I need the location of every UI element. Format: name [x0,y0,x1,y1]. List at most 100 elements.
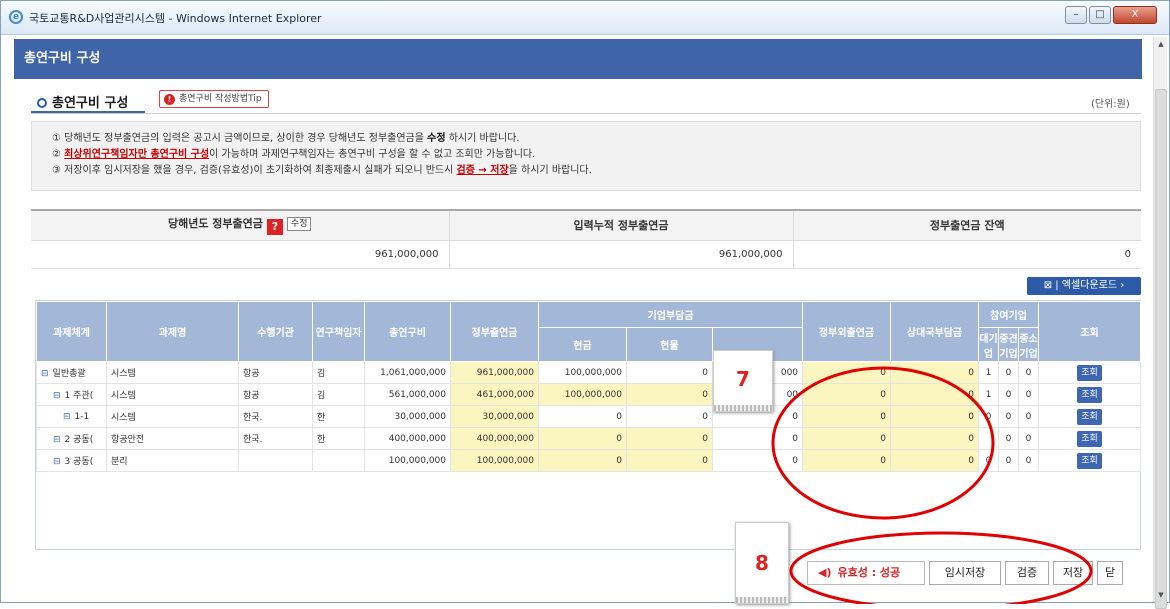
validity-status: ◀) 유효성 : 성공 [807,561,925,585]
view-button[interactable]: 조회 [1077,408,1103,425]
annotation-8: 8 [735,522,789,604]
cell-gov: 100,000,000 [450,449,539,472]
summary-table: 당해년도 정부출연금? 수정 입력누적 정부출연금 정부출연금 잔액 961,00… [31,209,1141,269]
notice-line-2: ② 최상위연구책임자만 총연구비 구성이 가능하며 과제연구책임자는 총연구비 … [52,149,536,160]
cell-other-gov: 0 [802,427,892,450]
close-button[interactable]: 닫 [1097,561,1123,585]
scroll-down-icon[interactable]: ▼ [1154,588,1168,602]
cell-gov: 461,000,000 [450,383,539,406]
cell-partner: 0 [890,361,980,384]
page-header: 총연구비 구성 [14,39,1142,79]
cell-total: 1,061,000,000 [364,361,451,384]
unit-label: (단위:원) [1091,99,1130,110]
collapse-icon[interactable]: ⊟ [63,412,71,422]
table-row: ⊟ 1 주관(시스템 항공 김 561,000,000 461,000,000 100,00… [36,383,1142,406]
cell-total: 100,000,000 [364,449,451,472]
cell-system: ⊟ 3 공동( [36,449,107,472]
maximize-button[interactable]: □ [1089,6,1111,24]
notice-box: ① 당해년도 정부출연금의 입력은 공고시 금액이므로, 상이한 경우 당해년도… [31,121,1141,191]
summary-value-balance: 0 [792,240,1141,269]
save-button[interactable]: 저장 [1053,561,1093,585]
col-cash: 현금 [538,327,627,362]
scroll-up-icon[interactable]: ▲ [1154,37,1168,51]
minimize-button[interactable]: – [1065,6,1087,24]
notice-line-1: ① 당해년도 정부출연금의 입력은 공고시 금액이므로, 상이한 경우 당해년도… [52,133,520,144]
cell-partner: 0 [890,405,980,428]
cell-org: 항공 [238,361,313,384]
budget-grid: 과제체계 과제명 수행기관 연구책임자 총연구비 정부출연금 기업부담금 정부외… [35,300,1142,550]
view-button[interactable]: 조회 [1077,430,1103,447]
temp-save-button[interactable]: 임시저장 [929,561,1001,585]
summary-value-current: 961,000,000 [31,240,449,269]
collapse-icon[interactable]: ⊟ [53,391,61,401]
col-participants: 참여기업 [978,301,1040,328]
cell-cash: 100,000,000 [538,383,627,406]
cell-partner: 0 [890,449,980,472]
section-title: 총연구비 구성 [37,92,128,111]
cell-large: 1 [978,361,1000,384]
cell-name: 항공안전 [106,427,239,450]
alert-icon: ! [164,94,175,105]
cell-gov: 961,000,000 [450,361,539,384]
tip-button[interactable]: ! 총연구비 작성방법Tip [159,90,269,108]
cell-small: 0 [1018,361,1040,384]
col-mid: 중견기업 [998,327,1020,362]
cell-partner: 0 [890,383,980,406]
scroll-thumb[interactable] [1155,89,1167,609]
view-button[interactable]: 조회 [1077,386,1103,403]
cell-view[interactable]: 조회 [1038,383,1142,406]
cell-partner: 0 [890,427,980,450]
cell-researcher: 김 [312,383,365,406]
cell-system: ⊟ 일반총괄 [36,361,107,384]
title-bar: e 국토교통R&D사업관리시스템 - Windows Internet Expl… [1,1,1169,35]
cell-large [978,427,1000,450]
cell-inkind: 0 [626,383,713,406]
cell-view[interactable]: 조회 [1038,405,1142,428]
help-icon[interactable]: ? [266,219,283,236]
collapse-icon[interactable]: ⊟ [53,457,61,467]
cell-small: 0 [1018,449,1040,472]
cell-total: 400,000,000 [364,427,451,450]
cell-subtotal: 0 [711,427,804,450]
table-row: ⊟ 일반총괄 시스템 항공 김 1,061,000,000 961,000,000 100,0… [36,361,1142,384]
col-name: 과제명 [106,301,239,362]
col-system: 과제체계 [36,301,107,362]
cell-cash: 100,000,000 [538,361,627,384]
col-view: 조회 [1038,301,1142,362]
col-small: 중소기업 [1018,327,1040,362]
collapse-icon[interactable]: ⊟ [53,435,61,445]
cell-view[interactable]: 조회 [1038,427,1142,450]
cell-large: 0 [978,449,1000,472]
cell-other-gov: 0 [802,449,892,472]
edit-button[interactable]: 수정 [286,217,312,232]
col-org: 수행기관 [238,301,313,362]
col-inkind: 현물 [626,327,713,362]
vertical-scrollbar[interactable]: ▲ ▼ [1153,37,1168,609]
verify-button[interactable]: 검증 [1005,561,1049,585]
cell-gov: 400,000,000 [450,427,539,450]
speaker-icon: ◀) [818,566,832,579]
cell-mid: 0 [998,383,1020,406]
view-button[interactable]: 조회 [1077,452,1103,469]
cell-view[interactable]: 조회 [1038,449,1142,472]
cell-total: 30,000,000 [364,405,451,428]
collapse-icon[interactable]: ⊟ [41,369,49,379]
cell-system: ⊟ 2 공동( [36,427,107,450]
excel-download-button[interactable]: ⊠ | 엑셀다운로드 › [1027,277,1141,295]
col-partner: 상대국부담금 [890,301,980,362]
cell-researcher: 김 [312,361,365,384]
notice-line-3: ③ 저장이후 임시저장을 했을 경우, 검증(유효성)이 초기화하여 최종제출시… [52,165,592,176]
view-button[interactable]: 조회 [1077,364,1103,381]
cell-total: 561,000,000 [364,383,451,406]
cell-system: ⊟ 1-1 [36,405,107,428]
cell-inkind: 0 [626,427,713,450]
cell-inkind: 0 [626,449,713,472]
cell-small: 0 [1018,427,1040,450]
col-large: 대기업 [978,327,1000,362]
cell-cash: 0 [538,405,627,428]
cell-researcher: 한 [312,405,365,428]
close-window-button[interactable]: X [1113,6,1157,24]
cell-view[interactable]: 조회 [1038,361,1142,384]
cell-org: 한국. [238,405,313,428]
table-row: ⊟ 3 공동(분리 100,000,000 100,000,000 0 0 0 0 0 0 0 0 조회 [36,449,1142,472]
